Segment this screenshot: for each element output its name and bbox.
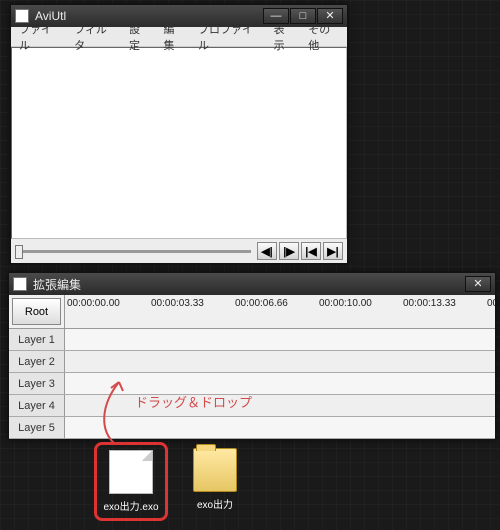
layer-label: Layer 2 <box>9 351 65 372</box>
exo-folder-icon[interactable]: exo出力 <box>184 448 246 515</box>
timeline-title: 拡張編集 <box>33 276 464 293</box>
first-frame-button[interactable]: |◀ <box>301 242 321 260</box>
layer-track[interactable] <box>65 417 495 438</box>
layer-label: Layer 4 <box>9 395 65 416</box>
timeline-close-button[interactable]: ✕ <box>465 276 491 292</box>
timecode: 00:00:00.00 <box>67 298 120 328</box>
next-frame-button[interactable]: |▶ <box>279 242 299 260</box>
file-label: exo出力.exo <box>102 498 160 513</box>
root-button[interactable]: Root <box>12 298 61 325</box>
timecode: 00:00:10.00 <box>319 298 372 328</box>
layer-track[interactable] <box>65 373 495 394</box>
exo-file-icon[interactable]: exo出力.exo <box>100 448 162 515</box>
layer-row[interactable]: Layer 5 <box>9 417 495 439</box>
file-icon <box>109 450 153 494</box>
timecode: 00:00:1 <box>487 298 495 328</box>
layer-label: Layer 1 <box>9 329 65 350</box>
timeline-rows: Layer 1 Layer 2 Layer 3 Layer 4 Layer 5 <box>9 329 495 439</box>
annotation-text: ドラッグ＆ドロップ <box>135 392 252 411</box>
menubar: ファイル フィルタ 設定 編集 プロファイル 表示 その他 <box>11 27 347 47</box>
desktop-icons: exo出力.exo exo出力 <box>100 448 246 515</box>
timecode: 00:00:03.33 <box>151 298 204 328</box>
layer-track[interactable] <box>65 395 495 416</box>
aviutl-main-window: AviUtl — □ ✕ ファイル フィルタ 設定 編集 プロファイル 表示 そ… <box>10 4 348 264</box>
seek-slider[interactable] <box>15 246 251 256</box>
folder-icon <box>193 448 237 492</box>
layer-row[interactable]: Layer 2 <box>9 351 495 373</box>
timeline-ruler[interactable]: 00:00:00.00 00:00:03.33 00:00:06.66 00:0… <box>65 295 495 328</box>
menu-other[interactable]: その他 <box>304 19 343 55</box>
menu-filter[interactable]: フィルタ <box>70 19 119 55</box>
timeline-root-column: Root <box>9 295 65 328</box>
menu-file[interactable]: ファイル <box>15 19 64 55</box>
layer-track[interactable] <box>65 329 495 350</box>
playback-controls: ◀| |▶ |◀ ▶| <box>11 239 347 263</box>
seek-thumb[interactable] <box>15 245 23 259</box>
layer-label: Layer 5 <box>9 417 65 438</box>
app-icon <box>13 277 27 291</box>
layer-label: Layer 3 <box>9 373 65 394</box>
menu-edit[interactable]: 編集 <box>160 19 189 55</box>
prev-frame-button[interactable]: ◀| <box>257 242 277 260</box>
menu-settings[interactable]: 設定 <box>125 19 154 55</box>
preview-area <box>11 47 347 239</box>
timeline-titlebar[interactable]: 拡張編集 ✕ <box>9 273 495 295</box>
timeline-window: 拡張編集 ✕ Root 00:00:00.00 00:00:03.33 00:0… <box>8 272 496 440</box>
folder-label: exo出力 <box>184 496 246 511</box>
menu-view[interactable]: 表示 <box>270 19 299 55</box>
timecode: 00:00:06.66 <box>235 298 288 328</box>
menu-profile[interactable]: プロファイル <box>194 19 264 55</box>
layer-row[interactable]: Layer 1 <box>9 329 495 351</box>
last-frame-button[interactable]: ▶| <box>323 242 343 260</box>
layer-track[interactable] <box>65 351 495 372</box>
timecode: 00:00:13.33 <box>403 298 456 328</box>
